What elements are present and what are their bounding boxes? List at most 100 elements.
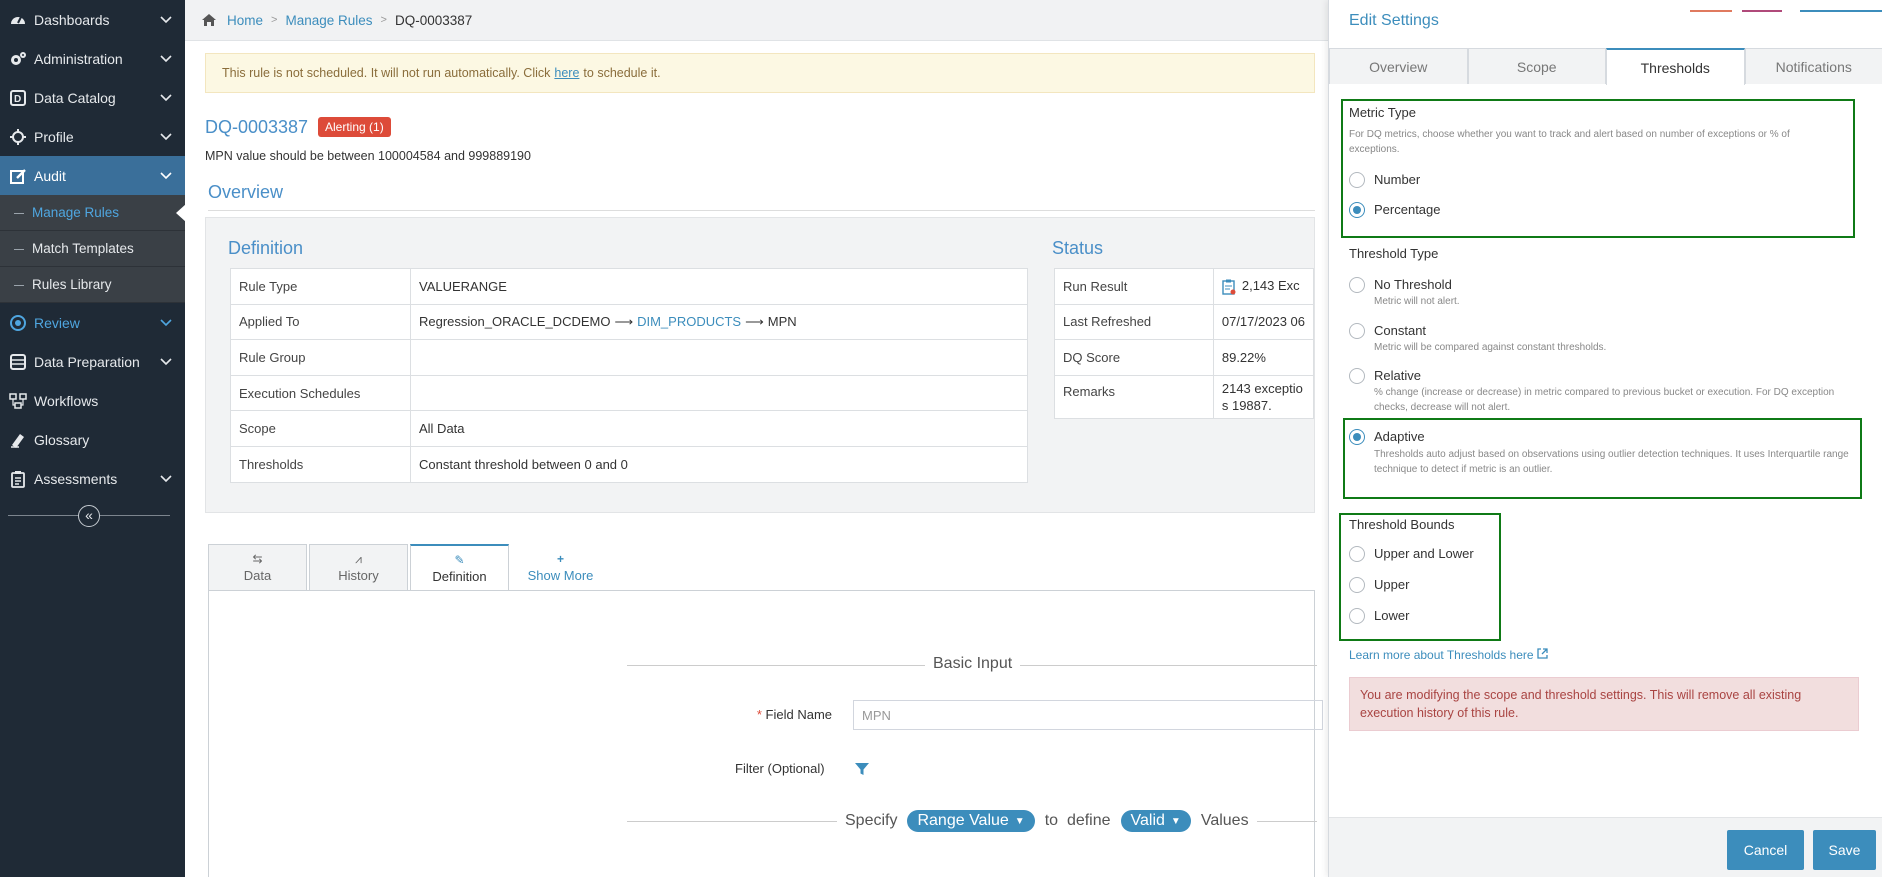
chevron-down-icon — [160, 319, 172, 327]
filter-icon[interactable] — [854, 761, 870, 777]
home-icon[interactable] — [201, 13, 217, 27]
learn-more-link[interactable]: Learn more about Thresholds here — [1349, 648, 1548, 662]
threshold-bounds-highlight — [1339, 513, 1501, 641]
nav-review[interactable]: Review — [0, 303, 185, 342]
chevron-down-icon: ▼ — [1014, 815, 1025, 827]
table-link[interactable]: DIM_PRODUCTS — [637, 314, 741, 329]
collapse-sidebar-button[interactable]: « — [78, 505, 100, 527]
save-button[interactable]: Save — [1813, 830, 1876, 870]
specify-text: Specify — [845, 812, 898, 829]
table-row: Last Refreshed 07/17/2023 06 — [1054, 303, 1315, 341]
tab-scope[interactable]: Scope — [1467, 48, 1606, 84]
table-row: Remarks 2143 exceptio s 19887. — [1054, 374, 1315, 419]
radio-relative[interactable] — [1349, 368, 1365, 384]
filter-label: Filter (Optional) — [735, 761, 825, 776]
table-row: Rule Type VALUERANGE — [230, 268, 1028, 305]
field-name-input[interactable]: MPN — [853, 700, 1323, 730]
nav-assessments[interactable]: Assessments — [0, 459, 185, 498]
nav-label: Glossary — [34, 431, 90, 448]
radio-no-threshold[interactable] — [1349, 277, 1365, 293]
row-key: Applied To — [230, 303, 411, 341]
overview-title: Overview — [208, 182, 284, 202]
tab-notifications[interactable]: Notifications — [1744, 48, 1882, 84]
nav-administration[interactable]: Administration — [0, 39, 185, 78]
breadcrumb-manage-rules[interactable]: Manage Rules — [285, 13, 372, 28]
basic-input-heading: Basic Input — [925, 655, 1021, 673]
row-key: Execution Schedules — [230, 374, 411, 412]
radio-label: Upper and Lower — [1374, 546, 1474, 561]
nav-workflows[interactable]: Workflows — [0, 381, 185, 420]
table-row: DQ Score 89.22% — [1054, 339, 1315, 376]
radio-label: Number — [1374, 172, 1421, 187]
chevron-down-icon: ▼ — [1170, 815, 1181, 827]
overview-panel: Definition Rule Type VALUERANGE Applied T… — [205, 217, 1315, 513]
radio-help: Metric will be compared against constant… — [1374, 342, 1607, 353]
radio-label: Lower — [1374, 608, 1410, 623]
remarks-line: 2143 exceptio — [1221, 380, 1303, 396]
breadcrumb-separator: > — [271, 14, 278, 26]
column-name: MPN — [767, 313, 797, 329]
nav-data-catalog[interactable]: D Data Catalog — [0, 78, 185, 117]
table-row: Thresholds Constant threshold between 0 a… — [230, 445, 1028, 483]
definition-title: Definition — [228, 238, 304, 258]
nav-dashboards[interactable]: Dashboards — [0, 0, 185, 39]
line-chart-icon: ⩘ — [355, 552, 362, 566]
detail-tabs: ⇆ Data ⩘ History ✎ Definition + Show More — [208, 544, 612, 591]
sidebar-item-manage-rules[interactable]: Manage Rules — [0, 195, 186, 231]
tab-label: History — [338, 568, 379, 583]
tab-overview[interactable]: Overview — [1329, 48, 1468, 84]
nav-data-preparation[interactable]: Data Preparation — [0, 342, 185, 381]
tab-definition[interactable]: ✎ Definition — [410, 544, 509, 591]
radio-upper[interactable] — [1349, 577, 1365, 593]
nav-label: Dashboards — [34, 11, 110, 28]
valid-select[interactable]: Valid ▼ — [1120, 810, 1191, 832]
radio-number[interactable] — [1349, 172, 1365, 188]
select-value: Range Value — [917, 812, 1009, 829]
plus-icon: + — [556, 551, 564, 566]
breadcrumb-home[interactable]: Home — [227, 13, 263, 28]
nav-label: Workflows — [34, 392, 99, 409]
radio-constant[interactable] — [1349, 323, 1365, 339]
nav-audit[interactable]: Audit — [0, 156, 185, 195]
tab-label: Show More — [527, 567, 594, 583]
nav-glossary[interactable]: Glossary — [0, 420, 185, 459]
to-define-text: to define — [1044, 812, 1111, 829]
nav-label: Data Catalog — [34, 89, 116, 106]
settings-tabs: Overview Scope Thresholds Notifications — [1329, 48, 1882, 85]
breadcrumb-separator: > — [380, 14, 387, 26]
range-value-select[interactable]: Range Value ▼ — [907, 810, 1035, 832]
workflow-icon — [8, 391, 28, 411]
alert-text-end: to schedule it. — [583, 66, 661, 80]
learn-more-text: Learn more about Thresholds here — [1349, 648, 1534, 662]
sidebar-collapse: « — [8, 504, 170, 528]
status-table: Run Result 2,143 Exc Last Refreshed 07/17… — [1054, 268, 1315, 419]
row-key: Remarks — [1054, 374, 1214, 419]
chevron-down-icon — [160, 133, 172, 141]
schedule-link[interactable]: here — [554, 66, 579, 80]
table-row: Scope All Data — [230, 410, 1028, 447]
run-result-value: 2,143 Exc — [1212, 268, 1315, 305]
tab-show-more[interactable]: + Show More — [511, 544, 610, 590]
radio-lower[interactable] — [1349, 608, 1365, 624]
alert-text: This rule is not scheduled. It will not … — [222, 66, 551, 80]
sidebar-item-rules-library[interactable]: Rules Library — [0, 267, 185, 303]
row-key: Rule Group — [230, 339, 411, 376]
chevron-down-icon — [160, 55, 172, 63]
alerting-badge: Alerting (1) — [318, 117, 391, 137]
radio-adaptive[interactable] — [1349, 429, 1365, 445]
radio-percentage[interactable] — [1349, 202, 1365, 218]
row-value: VALUERANGE — [410, 268, 1028, 305]
radio-upper-and-lower[interactable] — [1349, 546, 1365, 562]
tab-history[interactable]: ⩘ History — [309, 544, 408, 590]
cancel-button[interactable]: Cancel — [1727, 830, 1804, 870]
edit-icon — [8, 166, 28, 186]
row-key: DQ Score — [1054, 339, 1214, 376]
nav-profile[interactable]: Profile — [0, 117, 185, 156]
clipboard-icon — [8, 469, 28, 489]
tab-data[interactable]: ⇆ Data — [208, 544, 307, 590]
breadcrumb-current: DQ-0003387 — [394, 12, 473, 28]
tab-thresholds[interactable]: Thresholds — [1606, 48, 1745, 85]
sidebar-item-match-templates[interactable]: Match Templates — [0, 231, 185, 267]
required-icon: * — [756, 707, 766, 722]
breadcrumb: Home > Manage Rules > DQ-0003387 — [185, 0, 1328, 41]
